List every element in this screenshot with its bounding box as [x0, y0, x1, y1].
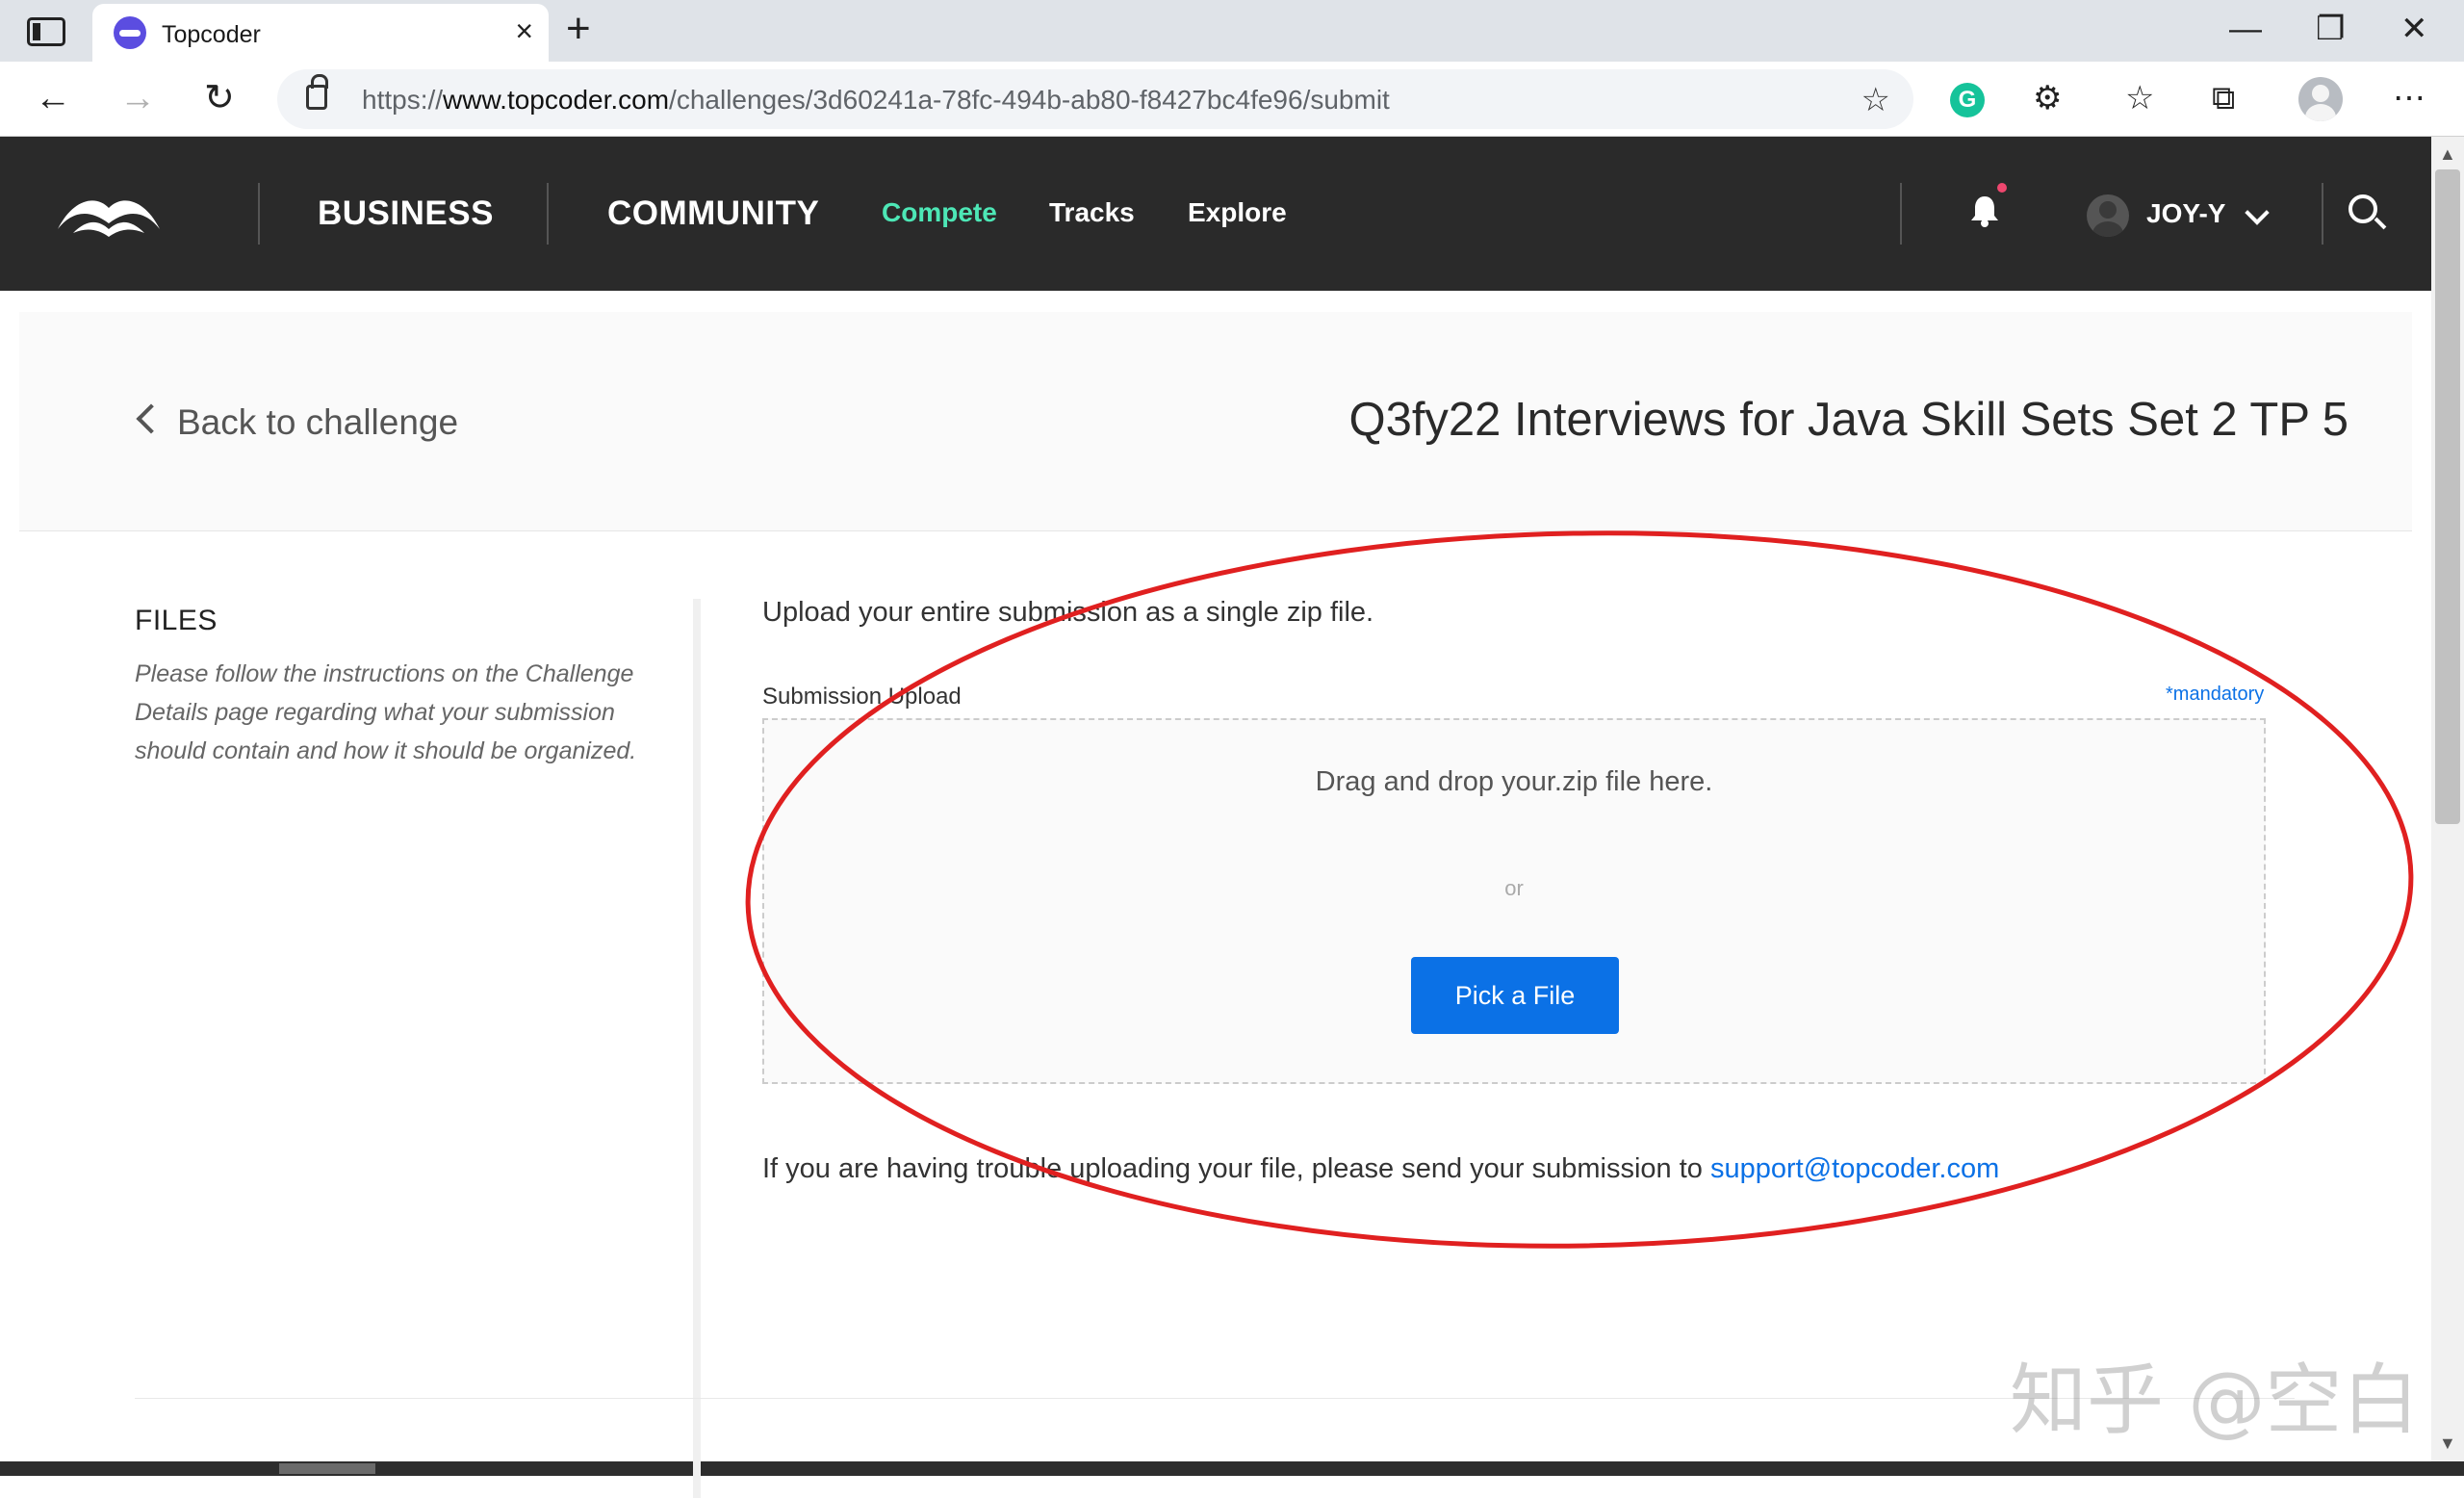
- challenge-title: Q3fy22 Interviews for Java Skill Sets Se…: [1348, 394, 2348, 446]
- watermark: 知乎 @空白: [2010, 1356, 2420, 1445]
- grammarly-extension-icon[interactable]: G: [1950, 83, 1985, 117]
- scroll-up-icon[interactable]: ▲: [2439, 144, 2456, 165]
- tab-title: Topcoder: [162, 21, 261, 48]
- add-favorite-icon[interactable]: ☆: [1861, 81, 1890, 119]
- user-avatar[interactable]: [2087, 194, 2129, 237]
- site-header: BUSINESS COMMUNITY Compete Tracks Explor…: [0, 137, 2431, 291]
- nav-compete[interactable]: Compete: [882, 197, 997, 228]
- trouble-message: If you are having trouble uploading your…: [762, 1153, 2000, 1184]
- browser-tab[interactable]: Topcoder ×: [92, 4, 549, 62]
- mandatory-marker: *mandatory: [2166, 684, 2265, 705]
- tab-actions-icon[interactable]: [27, 17, 65, 46]
- profile-icon[interactable]: [2298, 77, 2343, 121]
- more-icon[interactable]: ⋯: [2393, 77, 2426, 119]
- submit-page: Back to challenge Q3fy22 Interviews for …: [0, 291, 2431, 1498]
- files-heading: FILES: [135, 605, 218, 636]
- address-bar[interactable]: https://www.topcoder.com/challenges/3d60…: [277, 69, 1913, 129]
- challenge-header: Back to challenge Q3fy22 Interviews for …: [19, 312, 2412, 531]
- files-description: Please follow the instructions on the Ch…: [135, 660, 637, 764]
- submission-upload-label: Submission Upload: [762, 684, 962, 710]
- browser-toolbar: ← → ↻ https://www.topcoder.com/challenge…: [0, 62, 2464, 137]
- notification-bell-icon[interactable]: [1970, 194, 1999, 227]
- username[interactable]: JOY-Y: [2146, 198, 2225, 229]
- notification-dot: [1997, 183, 2007, 193]
- drop-instructions: Drag and drop your.zip file here.: [1315, 766, 1713, 797]
- search-icon[interactable]: [2348, 194, 2377, 223]
- restore-icon[interactable]: ❐: [2316, 10, 2345, 48]
- topcoder-favicon-icon: [114, 16, 146, 49]
- extensions-icon[interactable]: ⚙: [2033, 77, 2062, 119]
- column-divider: [693, 599, 701, 1498]
- back-icon[interactable]: ←: [35, 77, 71, 119]
- scroll-down-icon[interactable]: ▼: [2439, 1433, 2456, 1454]
- header-separator: [2322, 183, 2323, 245]
- browser-tabstrip: Topcoder × + — ❐ ✕: [0, 0, 2464, 62]
- nav-tracks[interactable]: Tracks: [1049, 197, 1135, 228]
- support-email-link[interactable]: support@topcoder.com: [1710, 1153, 1999, 1184]
- back-to-challenge-link[interactable]: Back to challenge: [177, 402, 458, 443]
- minimize-icon[interactable]: —: [2229, 10, 2262, 48]
- upload-instructions: Upload your entire submission as a singl…: [762, 597, 1374, 628]
- refresh-icon[interactable]: ↻: [204, 77, 235, 119]
- pick-file-button[interactable]: Pick a File: [1411, 957, 1619, 1034]
- or-separator: or: [1504, 876, 1524, 900]
- header-separator: [547, 183, 549, 245]
- close-window-icon[interactable]: ✕: [2400, 10, 2428, 48]
- nav-business[interactable]: BUSINESS: [318, 194, 494, 233]
- collections-icon[interactable]: ⧉: [2212, 77, 2235, 119]
- topcoder-logo-icon[interactable]: [54, 191, 164, 239]
- header-separator: [258, 183, 260, 245]
- nav-community[interactable]: COMMUNITY: [607, 194, 819, 233]
- url-text[interactable]: https://www.topcoder.com/challenges/3d60…: [362, 85, 1390, 116]
- chevron-left-icon[interactable]: [136, 403, 167, 434]
- horizontal-scrollbar[interactable]: [0, 1461, 2464, 1476]
- horizontal-scrollbar-thumb[interactable]: [279, 1463, 375, 1474]
- nav-explore[interactable]: Explore: [1188, 197, 1287, 228]
- header-separator: [1900, 183, 1902, 245]
- forward-icon[interactable]: →: [119, 77, 156, 119]
- chevron-down-icon[interactable]: [2245, 200, 2270, 225]
- file-dropzone[interactable]: Drag and drop your.zip file here. or Pic…: [762, 718, 2266, 1084]
- new-tab-icon[interactable]: +: [566, 8, 591, 50]
- close-tab-icon[interactable]: ×: [515, 15, 533, 46]
- favorites-icon[interactable]: ☆: [2125, 77, 2154, 119]
- lock-icon[interactable]: [306, 74, 328, 110]
- scrollbar-thumb[interactable]: [2435, 169, 2460, 824]
- bottom-divider: [135, 1398, 2295, 1399]
- vertical-scrollbar[interactable]: ▲ ▼: [2431, 137, 2464, 1461]
